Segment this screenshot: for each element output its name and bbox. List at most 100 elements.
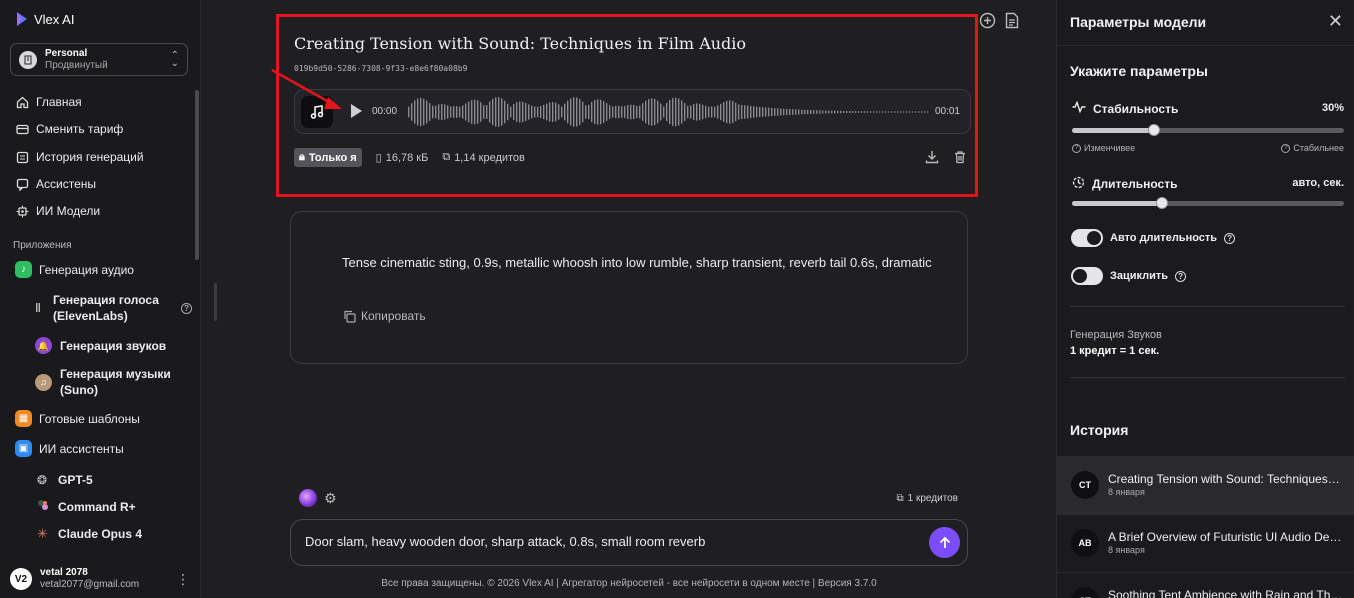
file-icon: ▯ [375, 152, 382, 164]
help-icon[interactable]: ? [181, 302, 192, 314]
stability-slider-knob[interactable] [1147, 124, 1160, 136]
waveform-bar [729, 100, 731, 124]
gen-rate: 1 кредит = 1 сек. [1070, 345, 1160, 357]
document-icon[interactable] [1005, 12, 1019, 32]
waveform-bar [453, 106, 455, 118]
waveform-bar [792, 109, 794, 115]
waveform-bar [483, 105, 485, 119]
waveform-bar [516, 102, 518, 122]
nav-assistants[interactable]: Ассистены [16, 177, 96, 191]
close-icon[interactable]: ✕ [1328, 11, 1343, 32]
duration-slider-knob[interactable] [1155, 197, 1168, 209]
waveform-bar [831, 110, 833, 114]
nav-home[interactable]: Главная [16, 95, 82, 109]
help-icon[interactable]: ? [1175, 270, 1187, 282]
waveform-bar [849, 111, 851, 113]
waveform-bar [456, 106, 458, 118]
coins-icon: ⧉ [896, 493, 904, 504]
waveform-bar [822, 110, 824, 114]
send-button[interactable] [929, 527, 960, 558]
waveform-bar [702, 104, 704, 120]
copy-button[interactable]: Копировать [343, 309, 426, 323]
app-audio-generation[interactable]: ♪ Генерация аудио [15, 261, 134, 278]
waveform-bar [780, 108, 782, 116]
waveform-bar [522, 101, 524, 123]
assistant-claude[interactable]: ✳ Claude Opus 4 [37, 526, 142, 542]
nav-change-plan[interactable]: Сменить тариф [16, 122, 123, 136]
history-title: История [1070, 422, 1129, 438]
history-item-title: Soothing Tent Ambience with Rain and Thu… [1108, 588, 1343, 598]
history-item[interactable]: AB A Brief Overview of Futuristic UI Aud… [1057, 514, 1354, 572]
history-item-title: A Brief Overview of Futuristic UI Audio … [1108, 530, 1343, 544]
settings-gear-icon[interactable]: ⚙ [324, 490, 337, 507]
history-item[interactable]: CT Creating Tension with Sound: Techniqu… [1057, 456, 1354, 514]
chevron-updown-icon: ⌃ ⌄ [170, 49, 179, 69]
waveform-bar [801, 109, 803, 115]
waveform-bar [492, 98, 494, 126]
prompt-input[interactable] [305, 534, 905, 549]
waveform-bar [663, 106, 665, 118]
auto-duration-toggle[interactable] [1071, 229, 1103, 247]
composer-credits: ⧉ 1 кредитов [896, 493, 958, 504]
workspace-switcher[interactable]: Personal Продвинутый ⌃ ⌄ [10, 43, 188, 76]
waveform-bar [468, 101, 470, 123]
waveform-bar [486, 104, 488, 120]
waveform-bar [720, 103, 722, 121]
waveform-bar [504, 100, 506, 124]
help-icon[interactable]: ? [1224, 232, 1236, 244]
user-profile[interactable]: V2 vetal 2078 vetal2077@gmail.com ⋮ [10, 567, 190, 591]
add-circle-icon[interactable] [979, 12, 996, 32]
waveform-bar [906, 111, 908, 113]
nav-change-plan-label: Сменить тариф [36, 122, 124, 136]
chat-icon [16, 178, 29, 191]
hint-variable: ? Изменчивее [1072, 143, 1135, 153]
waveform-bar [888, 111, 890, 113]
model-orb-icon[interactable] [299, 489, 317, 507]
loop-toggle[interactable] [1071, 267, 1103, 285]
waveform-bar [813, 110, 815, 114]
trash-icon[interactable] [953, 150, 967, 167]
visibility-badge[interactable]: 🔒︎ Только я [294, 148, 362, 167]
app-sounds-label: Генерация звуков [60, 338, 167, 353]
resize-handle[interactable] [214, 283, 217, 321]
waveform-bar [576, 97, 578, 127]
waveform-bar [444, 104, 446, 120]
waveform-bar [756, 106, 758, 118]
waveform-bar [846, 110, 848, 114]
waveform-bar [591, 101, 593, 123]
waveform-bar [420, 97, 422, 127]
waveform-bar [864, 111, 866, 113]
duration-slider-fill [1072, 201, 1162, 206]
waveform-bar [537, 106, 539, 118]
waveform-bar [753, 106, 755, 118]
stability-slider[interactable] [1072, 124, 1344, 136]
waveform-bar [534, 106, 536, 118]
duration-label: Длительность [1072, 176, 1177, 192]
loop-label: Зациклить [1110, 270, 1169, 282]
sidebar-scrollbar[interactable] [195, 90, 199, 260]
app-music-generation[interactable]: ♫ Генерация музыки (Suno) [35, 366, 185, 398]
waveform[interactable] [407, 96, 929, 128]
waveform-bar [885, 111, 887, 113]
composer [290, 519, 968, 566]
app-sound-generation[interactable]: 🔔 Генерация звуков [35, 337, 166, 354]
music-app-icon: ♫ [35, 373, 52, 391]
download-icon[interactable] [925, 150, 939, 167]
app-ai-assistants[interactable]: ▣ ИИ ассистенты [15, 440, 124, 457]
waveform-bar [480, 102, 482, 122]
duration-slider[interactable] [1072, 197, 1344, 209]
app-templates[interactable]: ▦ Готовые шаблоны [15, 410, 140, 427]
waveform-bar [723, 102, 725, 122]
app-voice-generation[interactable]: ‖ Генерация голоса (ElevenLabs) ? [35, 292, 195, 324]
play-button[interactable] [349, 102, 363, 123]
assistant-command-r[interactable]: Command R+ [37, 499, 136, 515]
waveform-bar [678, 98, 680, 126]
nav-ai-models[interactable]: ИИ Модели [16, 204, 100, 218]
nav-history[interactable]: История генераций [16, 150, 144, 164]
more-vertical-icon[interactable]: ⋮ [176, 571, 190, 588]
app-logo[interactable]: Vlex AI [16, 11, 74, 27]
waveform-bar [897, 111, 899, 113]
waveform-bar [513, 103, 515, 121]
history-item[interactable]: ST Soothing Tent Ambience with Rain and … [1057, 572, 1354, 598]
assistant-gpt5[interactable]: ❂ GPT-5 [37, 472, 93, 488]
